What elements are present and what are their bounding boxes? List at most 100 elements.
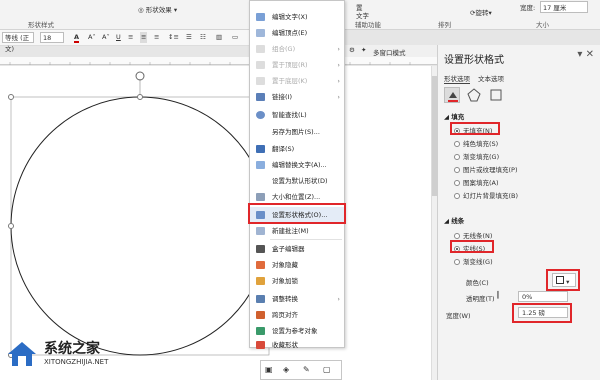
resize-handle-top[interactable] [137, 94, 143, 100]
multi-window-button[interactable]: 多窗口模式 [373, 47, 406, 57]
mini-toolbar: ▣ ◈ ✎ ▢ [260, 360, 342, 380]
color-label: 颜色(C) [466, 279, 489, 287]
format-shape-pane: 设置形状格式 ▾ ✕ 形状选项 文本选项 ◢ 填充 无填充(N) 纯色填充(S)… [437, 45, 600, 380]
fill-option-picture[interactable]: 图片或纹理填充(P) [454, 164, 518, 174]
style-icon[interactable]: ▣ [265, 365, 273, 374]
horizontal-ruler [0, 57, 440, 65]
comment-icon[interactable]: ▢ [323, 365, 331, 374]
house-logo-icon [8, 342, 36, 366]
text-box-icon[interactable]: ▭ [232, 32, 238, 43]
fill-option-gradient[interactable]: 渐变填充(G) [454, 151, 499, 161]
translate-icon [256, 145, 265, 153]
transparency-input[interactable]: 0% [518, 291, 568, 302]
fill-icon[interactable]: ◈ [283, 365, 289, 374]
menu-item-edit-points[interactable]: 编辑顶点(E) [250, 25, 344, 41]
menu-item-favorite-shape[interactable]: 收藏形状 [250, 337, 344, 353]
font-color-button[interactable]: A [74, 32, 80, 43]
menu-separator [270, 239, 342, 240]
group-assist-label: 辅助功能 [355, 21, 381, 29]
edit-text-icon [256, 13, 265, 21]
highlight-color [546, 269, 580, 291]
tab-shape-options[interactable]: 形状选项 [444, 73, 470, 84]
transparency-label: 透明度(T) [466, 295, 495, 303]
resize-handle-left[interactable] [8, 223, 14, 229]
shape-effects-button[interactable]: ◎ 形状效果 ▾ [138, 4, 177, 14]
size-properties-icon[interactable] [488, 87, 504, 103]
align-icon [256, 311, 265, 319]
new-comment-icon [256, 227, 265, 235]
edit-points-icon [256, 29, 265, 37]
columns-icon[interactable]: ▥ [216, 32, 222, 43]
align-left-icon[interactable]: ≡ [128, 32, 133, 43]
highlight-no-fill [450, 122, 500, 135]
format-bar: 等线 (正文) 18 A A˄ A˅ U ≡ ≡ ≡ ↕≡ ☰ ☷ ▥ ▭ [0, 30, 258, 53]
link-icon [256, 93, 265, 101]
menu-item-adjust-convert[interactable]: 调整转换 › [250, 291, 344, 307]
watermark-brand: 系统之家 [44, 341, 100, 357]
width-label: 宽度(W) [446, 312, 471, 320]
line-section-header[interactable]: ◢ 线条 [444, 215, 464, 225]
effects-icon[interactable] [466, 87, 482, 103]
menu-item-cross-page-align[interactable]: 跨页对齐 [250, 307, 344, 323]
adjust-convert-icon [256, 295, 265, 303]
shape-effects-icon: ◎ [138, 6, 146, 14]
width-input[interactable]: 17 厘米 [540, 1, 588, 13]
fill-section-header[interactable]: ◢ 填充 [444, 111, 464, 121]
line-option-gradient[interactable]: 渐变线(G) [454, 256, 493, 266]
menu-item-lock-object[interactable]: 对象加锁 [250, 273, 344, 289]
transparency-slider[interactable]: ┃ [496, 291, 500, 299]
font-name-select[interactable]: 等线 (正文) [2, 32, 34, 53]
menu-item-box-editor[interactable]: 盒子编辑器 [250, 241, 344, 257]
fill-option-pattern[interactable]: 图案填充(A) [454, 177, 499, 187]
menu-item-link[interactable]: 链接(I) › [250, 89, 344, 105]
font-size-select[interactable]: 18 [40, 32, 64, 43]
window-tab-bar: ⚙ ✦ 多窗口模式 [345, 45, 437, 57]
font-shrink-icon[interactable]: A˅ [102, 32, 110, 43]
app-window: 形状样式 ◎ 形状效果 ▾ 置 文字 辅助功能 排列 ⟳旋转▾ 大小 宽度: 1… [0, 0, 600, 380]
tab-text-options[interactable]: 文本选项 [478, 73, 504, 83]
group-shape-styles-label: 形状样式 [28, 21, 54, 29]
resize-handle-top-left[interactable] [8, 94, 14, 100]
context-menu: 编辑文字(X) 编辑顶点(E) 组合(G) › 置于顶层(R) › 置于底层(K) ›… [249, 0, 345, 349]
menu-item-send-back[interactable]: 置于底层(K) › [250, 73, 344, 89]
watermark-logo: 系统之家 XITONGZHIJIA.NET [4, 330, 164, 380]
menu-item-edit-text[interactable]: 编辑文字(X) [250, 9, 344, 25]
close-icon[interactable]: ▾ ✕ [577, 49, 594, 60]
numbering-icon[interactable]: ☷ [200, 32, 206, 43]
menu-item-translate[interactable]: 翻译(S) [250, 141, 344, 157]
bring-front-icon [256, 61, 265, 69]
group-icon [256, 45, 265, 53]
rotate-button[interactable]: ⟳旋转▾ [470, 7, 492, 17]
highlight-format-shape [248, 203, 346, 224]
menu-item-bring-front[interactable]: 置于顶层(R) › [250, 57, 344, 73]
underline-button[interactable]: U [116, 32, 121, 43]
menu-item-save-as-picture[interactable]: 另存为图片(S)... [250, 124, 344, 140]
reference-icon [256, 327, 265, 335]
group-arrange-label: 排列 [438, 21, 451, 29]
menu-item-smart-lookup[interactable]: 智能查找(L) [250, 107, 344, 123]
fill-option-slide-bg[interactable]: 幻灯片背景填充(B) [454, 190, 518, 200]
align-center-icon[interactable]: ≡ [140, 32, 148, 43]
menu-item-new-comment[interactable]: 新建批注(M) [250, 223, 344, 239]
outline-icon[interactable]: ✎ [303, 365, 310, 374]
hide-object-icon [256, 261, 265, 269]
pane-title: 设置形状格式 [444, 55, 504, 66]
bullets-icon[interactable]: ☰ [186, 32, 192, 43]
menu-item-edit-alt-text[interactable]: 编辑替换文字(A)... [250, 157, 344, 173]
menu-item-set-default-shape[interactable]: 设置为默认形状(D) [250, 173, 344, 189]
watermark-url: XITONGZHIJIA.NET [44, 358, 109, 366]
menu-item-group[interactable]: 组合(G) › [250, 41, 344, 57]
fill-line-icon[interactable] [444, 87, 460, 103]
settings-icon[interactable]: ⚙ [349, 46, 355, 54]
pin-icon[interactable]: ✦ [361, 46, 366, 54]
align-right-icon[interactable]: ≡ [154, 32, 159, 43]
line-option-none[interactable]: 无线条(N) [454, 230, 492, 240]
favorite-icon [256, 341, 265, 349]
lock-icon [256, 277, 265, 285]
fill-option-solid[interactable]: 纯色填充(S) [454, 138, 498, 148]
font-grow-icon[interactable]: A˄ [88, 32, 96, 43]
menu-item-hide-object[interactable]: 对象隐藏 [250, 257, 344, 273]
width-label: 宽度: [520, 4, 536, 12]
line-spacing-icon[interactable]: ↕≡ [168, 32, 179, 43]
group-size-label: 大小 [536, 21, 549, 29]
